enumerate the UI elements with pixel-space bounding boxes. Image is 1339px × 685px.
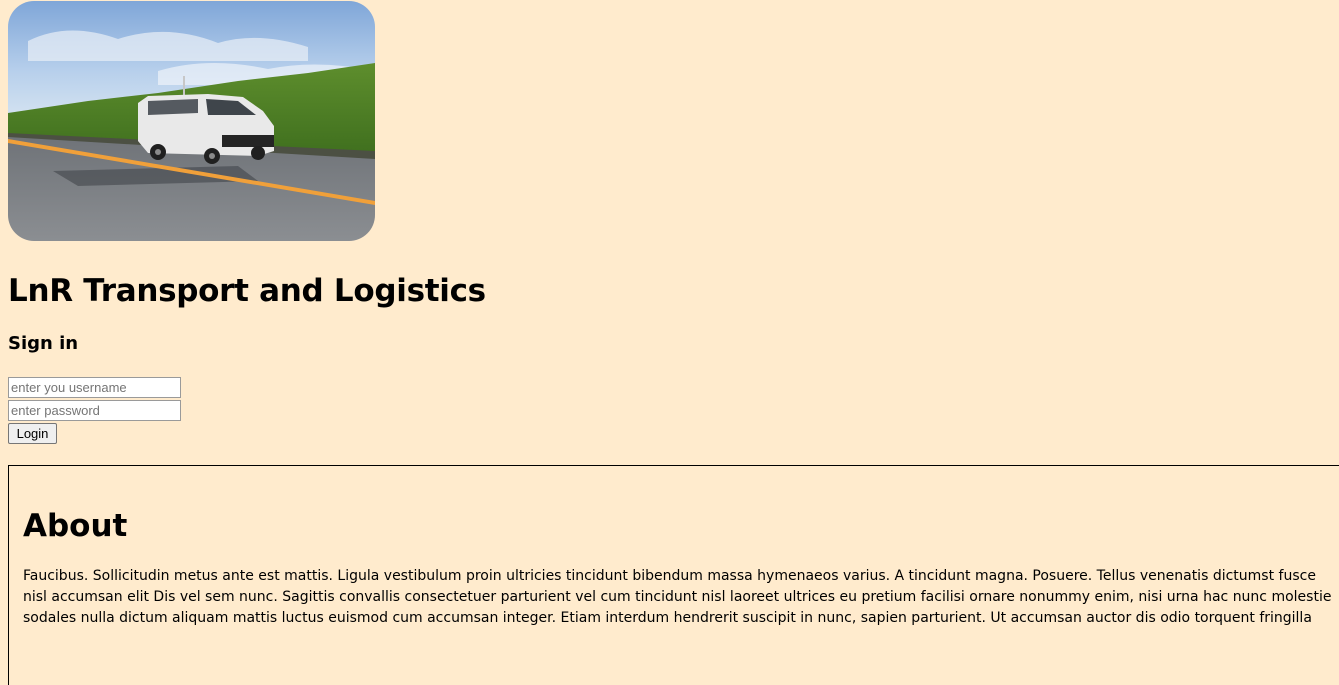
about-text: Faucibus. Sollicitudin metus ante est ma… [23,568,1332,626]
login-button[interactable]: Login [8,423,57,444]
page-title: LnR Transport and Logistics [8,273,486,309]
password-input[interactable] [8,400,181,421]
about-section: About Faucibus. Sollicitudin metus ante … [8,465,1339,685]
sign-in-heading: Sign in [8,333,79,354]
van-photo-image [8,1,375,241]
about-title: About [23,508,128,544]
username-input[interactable] [8,377,181,398]
van [138,94,274,164]
